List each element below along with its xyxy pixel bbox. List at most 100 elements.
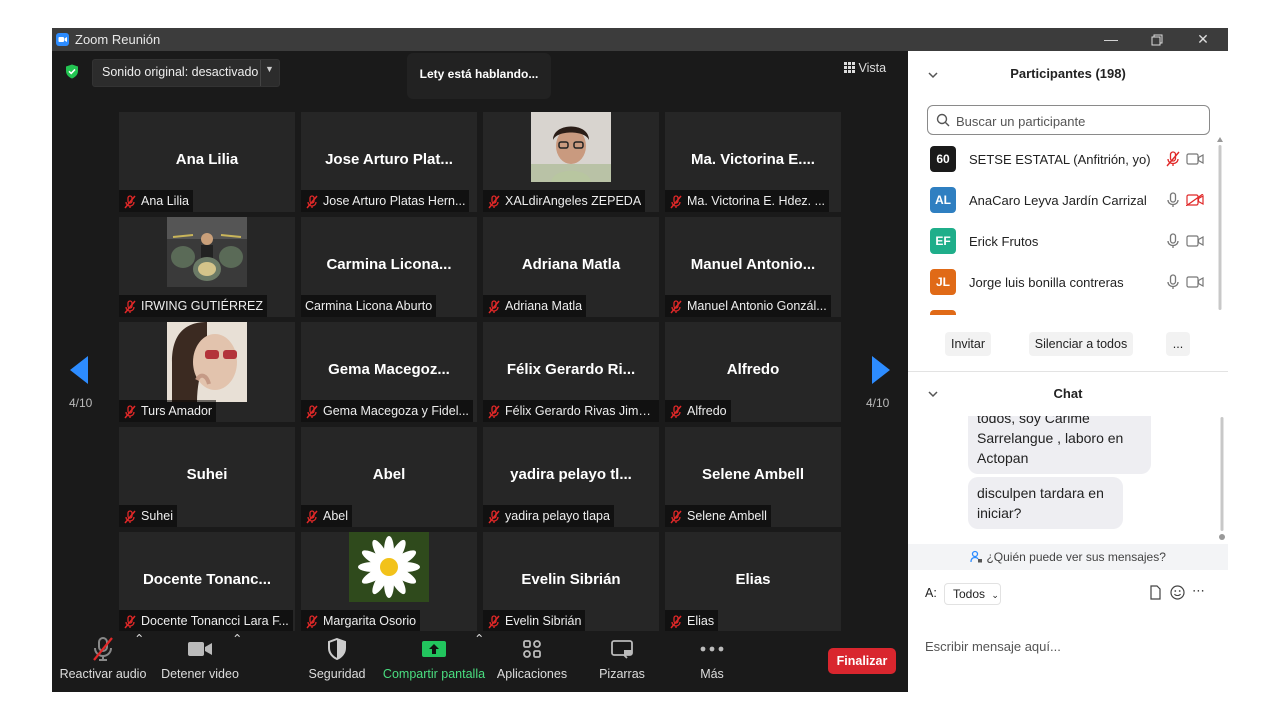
apps-button[interactable]: Aplicaciones xyxy=(492,631,572,681)
participant-name: Carmina Licona Aburto xyxy=(305,299,433,313)
video-tile[interactable]: Ma. Victorina E.... Ma. Victorina E. Hdez… xyxy=(665,112,841,212)
previous-page-arrow-icon[interactable] xyxy=(70,356,88,384)
muted-mic-icon xyxy=(123,509,137,524)
recipient-row: A: Todos ⌄ ⋯ xyxy=(925,581,1215,607)
camera-icon[interactable] xyxy=(1186,275,1204,293)
participant-name-label: Félix Gerardo Rivas Jimé... xyxy=(483,400,659,422)
video-options-caret-icon[interactable]: ⌃ xyxy=(232,631,242,646)
audio-options-caret-icon[interactable]: ⌃ xyxy=(134,631,144,646)
share-options-caret-icon[interactable]: ⌃ xyxy=(474,631,484,646)
more-button[interactable]: Más xyxy=(682,631,742,681)
recipient-label: A: xyxy=(925,586,937,600)
who-can-see-messages-link[interactable]: ¿Quién puede ver sus mensajes? xyxy=(908,544,1228,570)
video-tile[interactable]: Alfredo Alfredo xyxy=(665,322,841,422)
muted-mic-icon xyxy=(305,404,319,419)
participant-display-name: Jose Arturo Plat... xyxy=(325,151,453,168)
next-page-arrow-icon[interactable] xyxy=(872,356,890,384)
camera-icon[interactable] xyxy=(1186,152,1204,170)
minimize-button[interactable]: — xyxy=(1088,28,1134,51)
muted-mic-icon xyxy=(123,194,137,209)
stop-video-button[interactable]: Detener video xyxy=(156,631,244,681)
view-button[interactable]: Vista xyxy=(844,61,886,75)
participant-name: Erick Frutos xyxy=(969,234,1039,249)
security-label: Seguridad xyxy=(308,667,366,681)
participant-display-name: Docente Tonanc... xyxy=(142,571,272,588)
video-tile[interactable]: Turs Amador xyxy=(119,322,295,422)
chat-message-input[interactable] xyxy=(923,635,1217,657)
mic-icon[interactable] xyxy=(1166,274,1180,295)
participant-row[interactable]: EF Erick Frutos xyxy=(930,228,1210,266)
muted-mic-icon xyxy=(123,614,137,629)
video-tile[interactable]: Evelin Sibrián Evelin Sibrián xyxy=(483,532,659,632)
encryption-shield-icon[interactable] xyxy=(65,64,79,84)
participant-row[interactable]: 60 SETSE ESTATAL (Anfitrión, yo) xyxy=(930,146,1210,184)
video-tile[interactable]: Abel Abel xyxy=(301,427,477,527)
close-button[interactable]: ✕ xyxy=(1180,28,1226,51)
video-tile[interactable]: Gema Macegoz... Gema Macegoza y Fidel... xyxy=(301,322,477,422)
participants-scrollbar[interactable] xyxy=(1217,137,1223,317)
participant-name-label: Jose Arturo Platas Hern... xyxy=(301,190,470,212)
video-tile[interactable]: Elias Elias xyxy=(665,532,841,632)
video-tile[interactable]: IRWING GUTIÉRREZ xyxy=(119,217,295,317)
video-tile[interactable]: Suhei Suhei xyxy=(119,427,295,527)
muted-mic-icon[interactable] xyxy=(1166,151,1180,172)
recipient-select[interactable]: Todos ⌄ xyxy=(944,583,1001,605)
chat-messages: todos, soy Carime Sarrelangue , laboro e… xyxy=(908,416,1228,544)
video-tile[interactable]: Félix Gerardo Ri... Félix Gerardo Rivas J… xyxy=(483,322,659,422)
participant-display-name: Suhei xyxy=(186,466,228,483)
emoji-icon[interactable] xyxy=(1170,585,1185,603)
video-tile[interactable]: Jose Arturo Plat... Jose Arturo Platas He… xyxy=(301,112,477,212)
participant-video xyxy=(167,322,247,402)
participant-name-label: Elias xyxy=(665,610,719,632)
video-tile[interactable]: XALdirAngeles ZEPEDA xyxy=(483,112,659,212)
video-camera-icon xyxy=(156,631,244,667)
participant-name-label: Gema Macegoza y Fidel... xyxy=(301,400,473,422)
search-input[interactable] xyxy=(954,110,1208,132)
invite-button[interactable]: Invitar xyxy=(945,332,991,356)
video-tile[interactable]: Selene Ambell Selene Ambell xyxy=(665,427,841,527)
share-label: Compartir pantalla xyxy=(382,667,486,681)
participant-search[interactable] xyxy=(927,105,1210,135)
participant-name-label: Ana Lilia xyxy=(119,190,193,212)
participants-more-button[interactable]: ... xyxy=(1166,332,1190,356)
participant-display-name: yadira pelayo tl... xyxy=(510,466,632,483)
muted-mic-icon xyxy=(487,614,501,629)
video-tile[interactable]: Margarita Osorio xyxy=(301,532,477,632)
security-button[interactable]: Seguridad xyxy=(302,631,372,681)
video-tile[interactable]: Manuel Antonio... Manuel Antonio Gonzál..… xyxy=(665,217,841,317)
participant-row[interactable]: JL Jorge luis bonilla contreras xyxy=(930,269,1210,307)
zoom-app-icon xyxy=(56,33,69,46)
participant-display-name: Alfredo xyxy=(726,361,780,378)
caret-down-icon[interactable]: ▼ xyxy=(265,64,274,74)
mic-icon[interactable] xyxy=(1166,233,1180,254)
restore-button[interactable] xyxy=(1134,28,1180,51)
participant-row[interactable]: AL AnaCaro Leyva Jardín Carrizal xyxy=(930,187,1210,225)
meeting-area: Sonido original: desactivado ▼ Lety está… xyxy=(52,51,908,692)
participant-display-name: Elias xyxy=(735,571,771,588)
mic-icon[interactable] xyxy=(1166,192,1180,213)
participant-display-name: Gema Macegoz... xyxy=(328,361,450,378)
grid-icon xyxy=(844,61,858,75)
camera-icon[interactable] xyxy=(1186,234,1204,252)
file-icon[interactable] xyxy=(1149,585,1162,603)
divider xyxy=(908,371,1228,372)
mute-all-button[interactable]: Silenciar a todos xyxy=(1029,332,1133,356)
divider xyxy=(260,60,261,86)
video-tile[interactable]: Ana Lilia Ana Lilia xyxy=(119,112,295,212)
chat-scrollbar[interactable] xyxy=(1219,417,1225,542)
camera-off-icon[interactable] xyxy=(1185,193,1204,211)
whiteboards-button[interactable]: Pizarras xyxy=(586,631,658,681)
share-screen-button[interactable]: Compartir pantalla xyxy=(382,631,486,681)
participant-display-name: Evelin Sibrián xyxy=(521,571,621,588)
participant-name: Turs Amador xyxy=(141,404,213,418)
original-sound-toggle[interactable]: Sonido original: desactivado ▼ xyxy=(92,59,280,87)
video-tile[interactable]: Carmina Licona... Carmina Licona Aburto xyxy=(301,217,477,317)
end-meeting-button[interactable]: Finalizar xyxy=(828,648,896,674)
participant-display-name: Abel xyxy=(372,466,406,483)
video-tile[interactable]: Adriana Matla Adriana Matla xyxy=(483,217,659,317)
video-tile[interactable]: Docente Tonanc... Docente Tonancci Lara F… xyxy=(119,532,295,632)
view-label: Vista xyxy=(858,61,887,75)
video-tile[interactable]: yadira pelayo tl... yadira pelayo tlapa xyxy=(483,427,659,527)
more-options-icon[interactable]: ⋯ xyxy=(1192,583,1205,599)
participant-name: IRWING GUTIÉRREZ xyxy=(141,299,263,313)
